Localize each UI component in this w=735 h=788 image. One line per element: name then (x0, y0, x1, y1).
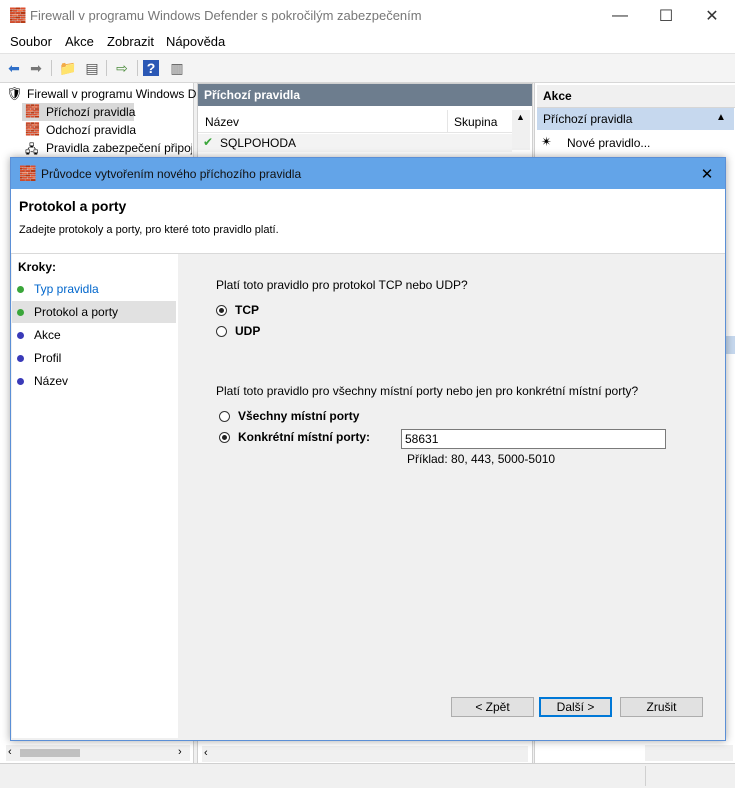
tree-horizontal-scrollbar[interactable]: ‹ › (6, 745, 190, 761)
minimize-button[interactable]: — (597, 0, 643, 31)
table-row[interactable]: ✔ SQLPOHODA (198, 134, 512, 152)
dialog-title: Průvodce vytvořením nového příchozího pr… (41, 167, 302, 181)
radio-tcp[interactable]: TCP (216, 303, 259, 317)
tree-item-outbound[interactable]: Odchozí pravidla (46, 123, 136, 137)
column-divider[interactable] (447, 110, 448, 132)
steps-label: Kroky: (18, 260, 57, 274)
radio-indicator[interactable] (216, 325, 227, 337)
allow-rule-icon: ✔ (203, 135, 214, 149)
ports-question: Platí toto pravidlo pro všechny místní p… (216, 384, 639, 398)
wizard-page-description: Zadejte protokoly a porty, pro které tot… (19, 224, 279, 236)
outbound-rules-icon: 🧱 (25, 122, 40, 136)
scroll-up-icon[interactable]: ▲ (516, 112, 525, 122)
collapse-up-icon[interactable]: ▲ (716, 112, 726, 123)
step-profile: Profil (12, 347, 176, 369)
close-window-button[interactable]: ✕ (689, 0, 735, 31)
firewall-root-icon: 🛡 (6, 86, 23, 101)
ports-example: Příklad: 80, 443, 5000-5010 (407, 452, 556, 466)
firewall-app-icon: 🧱 (9, 7, 27, 23)
menu-file[interactable]: Soubor (10, 34, 52, 49)
step-label: Název (34, 374, 69, 388)
new-rule-icon: ✴ (541, 134, 552, 149)
tree-root[interactable]: Firewall v programu Windows D (27, 87, 196, 101)
actions-scrollbar[interactable] (645, 745, 733, 761)
step-label: Protokol a porty (34, 305, 119, 319)
radio-tcp-label: TCP (235, 303, 259, 317)
radio-udp-label: UDP (235, 324, 261, 338)
show-action-pane-icon[interactable]: ▥ (167, 58, 187, 78)
maximize-button[interactable]: ☐ (643, 0, 689, 31)
step-protocol-ports[interactable]: Protokol a porty (12, 301, 176, 323)
step-status-dot (17, 354, 24, 362)
back-arrow-icon[interactable]: ⬅ (4, 58, 24, 78)
list-horizontal-scrollbar[interactable]: ‹ (202, 746, 528, 762)
column-name[interactable]: Název (205, 115, 239, 129)
toolbar-separator (137, 60, 138, 76)
show-hide-tree-icon[interactable]: ▤ (82, 58, 102, 78)
tree-item-connection-security[interactable]: Pravidla zabezpečení připoje (46, 141, 192, 155)
step-status-dot (17, 308, 24, 316)
menu-bar: Soubor Akce Zobrazit Nápověda (0, 31, 735, 53)
radio-specific-ports-label: Konkrétní místní porty: (238, 430, 371, 444)
step-name: Název (12, 370, 176, 392)
step-rule-type[interactable]: Typ pravidla (12, 278, 176, 300)
rules-list-header: Příchozí pravidla (198, 84, 532, 106)
status-divider (645, 766, 646, 786)
help-icon[interactable]: ? (143, 60, 159, 76)
dialog-titlebar: 🧱 Průvodce vytvořením nového příchozího … (11, 158, 725, 189)
radio-selected-indicator[interactable] (216, 304, 227, 316)
step-action: Akce (12, 324, 176, 346)
actions-section-inbound[interactable]: Příchozí pravidla ▲ (537, 108, 734, 130)
wizard-firewall-icon: 🧱 (19, 165, 37, 181)
step-label: Typ pravidla (34, 282, 99, 296)
window-titlebar: 🧱 Firewall v programu Windows Defender s… (0, 0, 735, 31)
scroll-left-icon[interactable]: ‹ (204, 747, 208, 759)
menu-help[interactable]: Nápověda (166, 34, 225, 49)
forward-arrow-icon[interactable]: ➡ (26, 58, 46, 78)
radio-indicator[interactable] (219, 410, 230, 422)
cancel-button[interactable]: Zrušit (620, 697, 703, 717)
radio-all-ports[interactable]: Všechny místní porty (219, 409, 359, 423)
radio-udp[interactable]: UDP (216, 324, 260, 338)
step-status-dot (17, 285, 24, 293)
rule-name: SQLPOHODA (220, 136, 297, 150)
column-group[interactable]: Skupina (454, 115, 497, 129)
inbound-rules-icon: 🧱 (25, 104, 40, 118)
actions-header: Akce (537, 85, 735, 108)
step-label: Profil (34, 351, 62, 365)
dialog-close-button[interactable]: ✕ (697, 164, 717, 184)
export-list-icon[interactable]: ⇨ (112, 58, 132, 78)
new-inbound-rule-wizard: 🧱 Průvodce vytvořením nového příchozího … (10, 157, 726, 741)
scrollbar-thumb[interactable] (20, 749, 80, 757)
radio-specific-ports[interactable]: Konkrétní místní porty: (219, 430, 370, 444)
status-bar (0, 763, 735, 788)
radio-all-ports-label: Všechny místní porty (238, 409, 360, 423)
window-title: Firewall v programu Windows Defender s p… (30, 8, 422, 23)
next-button[interactable]: Další > (539, 697, 612, 717)
protocol-question: Platí toto pravidlo pro protokol TCP neb… (216, 278, 468, 292)
column-header-row: Název Skupina (198, 110, 512, 133)
action-new-rule[interactable]: Nové pravidlo... (567, 136, 650, 150)
step-status-dot (17, 331, 24, 339)
scroll-right-icon[interactable]: › (178, 746, 182, 758)
toolbar-separator (51, 60, 52, 76)
tree-item-inbound[interactable]: Příchozí pravidla (46, 105, 135, 119)
toolbar: ⬅ ➡ 📁 ▤ ⇨ ? ▥ (0, 53, 735, 83)
back-button[interactable]: < Zpět (451, 697, 534, 717)
radio-selected-indicator[interactable] (219, 431, 230, 443)
menu-view[interactable]: Zobrazit (107, 34, 154, 49)
actions-section-label: Příchozí pravidla (543, 112, 633, 126)
scroll-left-icon[interactable]: ‹ (8, 746, 12, 758)
up-folder-icon[interactable]: 📁 (58, 58, 78, 78)
menu-action[interactable]: Akce (65, 34, 94, 49)
list-vertical-scrollbar[interactable]: ▲ (512, 110, 530, 150)
toolbar-separator (106, 60, 107, 76)
dialog-header: Protokol a porty Zadejte protokoly a por… (11, 189, 725, 254)
specific-ports-input[interactable]: 58631 (401, 429, 666, 449)
wizard-content: Platí toto pravidlo pro protokol TCP neb… (179, 254, 724, 738)
wizard-page-heading: Protokol a porty (19, 198, 127, 214)
step-label: Akce (34, 328, 61, 342)
wizard-steps-panel: Kroky: Typ pravidla Protokol a porty Akc… (12, 254, 178, 738)
step-status-dot (17, 377, 24, 385)
